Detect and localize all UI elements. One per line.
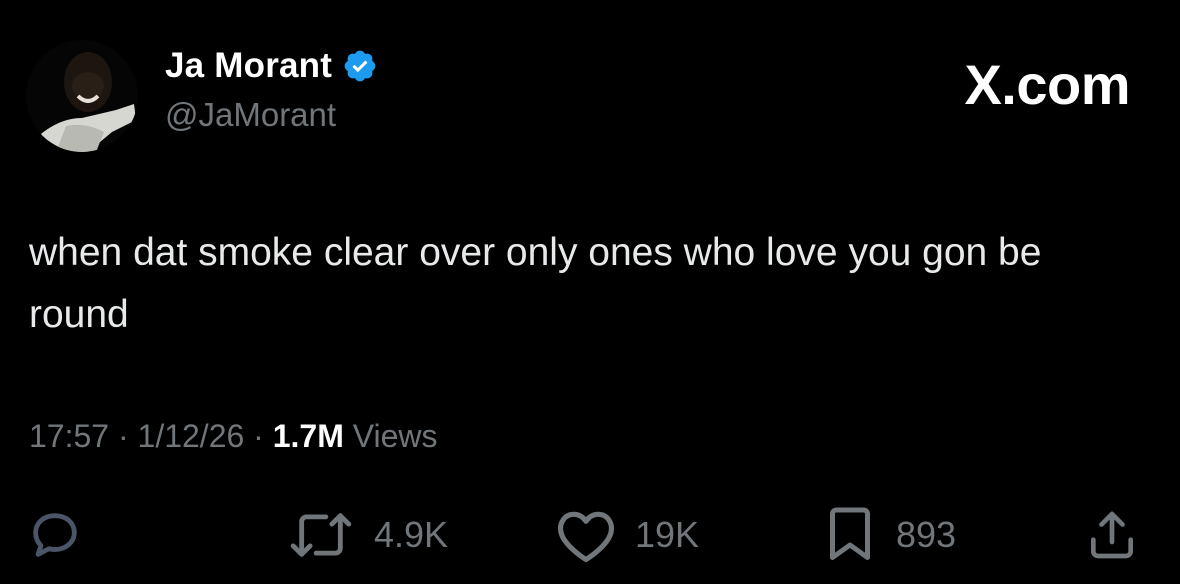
heart-icon	[557, 511, 615, 563]
meta-separator: ·	[109, 418, 138, 454]
brand-logo: X.com	[964, 53, 1130, 116]
bookmark-count: 893	[896, 514, 957, 555]
tweet-date[interactable]: 1/12/26	[138, 418, 245, 454]
bookmark-icon	[830, 507, 870, 560]
views-label: Views	[343, 418, 438, 454]
author-display-name[interactable]: Ja Morant	[165, 46, 378, 86]
retweet-icon	[290, 513, 352, 557]
reply-button[interactable]	[26, 505, 102, 565]
action-bar: 4.9K 19K 893	[0, 505, 1180, 565]
views-count[interactable]: 1.7M	[273, 418, 344, 454]
tweet-time[interactable]: 17:57	[29, 418, 109, 454]
verified-badge-icon	[344, 50, 376, 82]
tweet-meta: 17:57 · 1/12/26 · 1.7M Views	[29, 418, 438, 455]
bookmark-button[interactable]: 893	[822, 505, 956, 565]
share-icon	[1091, 511, 1133, 559]
like-button[interactable]: 19K	[555, 505, 699, 565]
like-count: 19K	[635, 514, 700, 555]
reply-icon	[33, 513, 77, 557]
display-name-text: Ja Morant	[165, 46, 333, 85]
retweet-button[interactable]: 4.9K	[286, 505, 448, 565]
avatar-image	[26, 40, 138, 152]
share-button[interactable]	[1084, 505, 1140, 565]
author-handle[interactable]: @JaMorant	[165, 96, 336, 134]
author-avatar[interactable]	[26, 40, 138, 152]
retweet-count: 4.9K	[374, 514, 449, 555]
meta-separator: ·	[244, 418, 273, 454]
tweet-text: when dat smoke clear over only ones who …	[29, 231, 1042, 336]
